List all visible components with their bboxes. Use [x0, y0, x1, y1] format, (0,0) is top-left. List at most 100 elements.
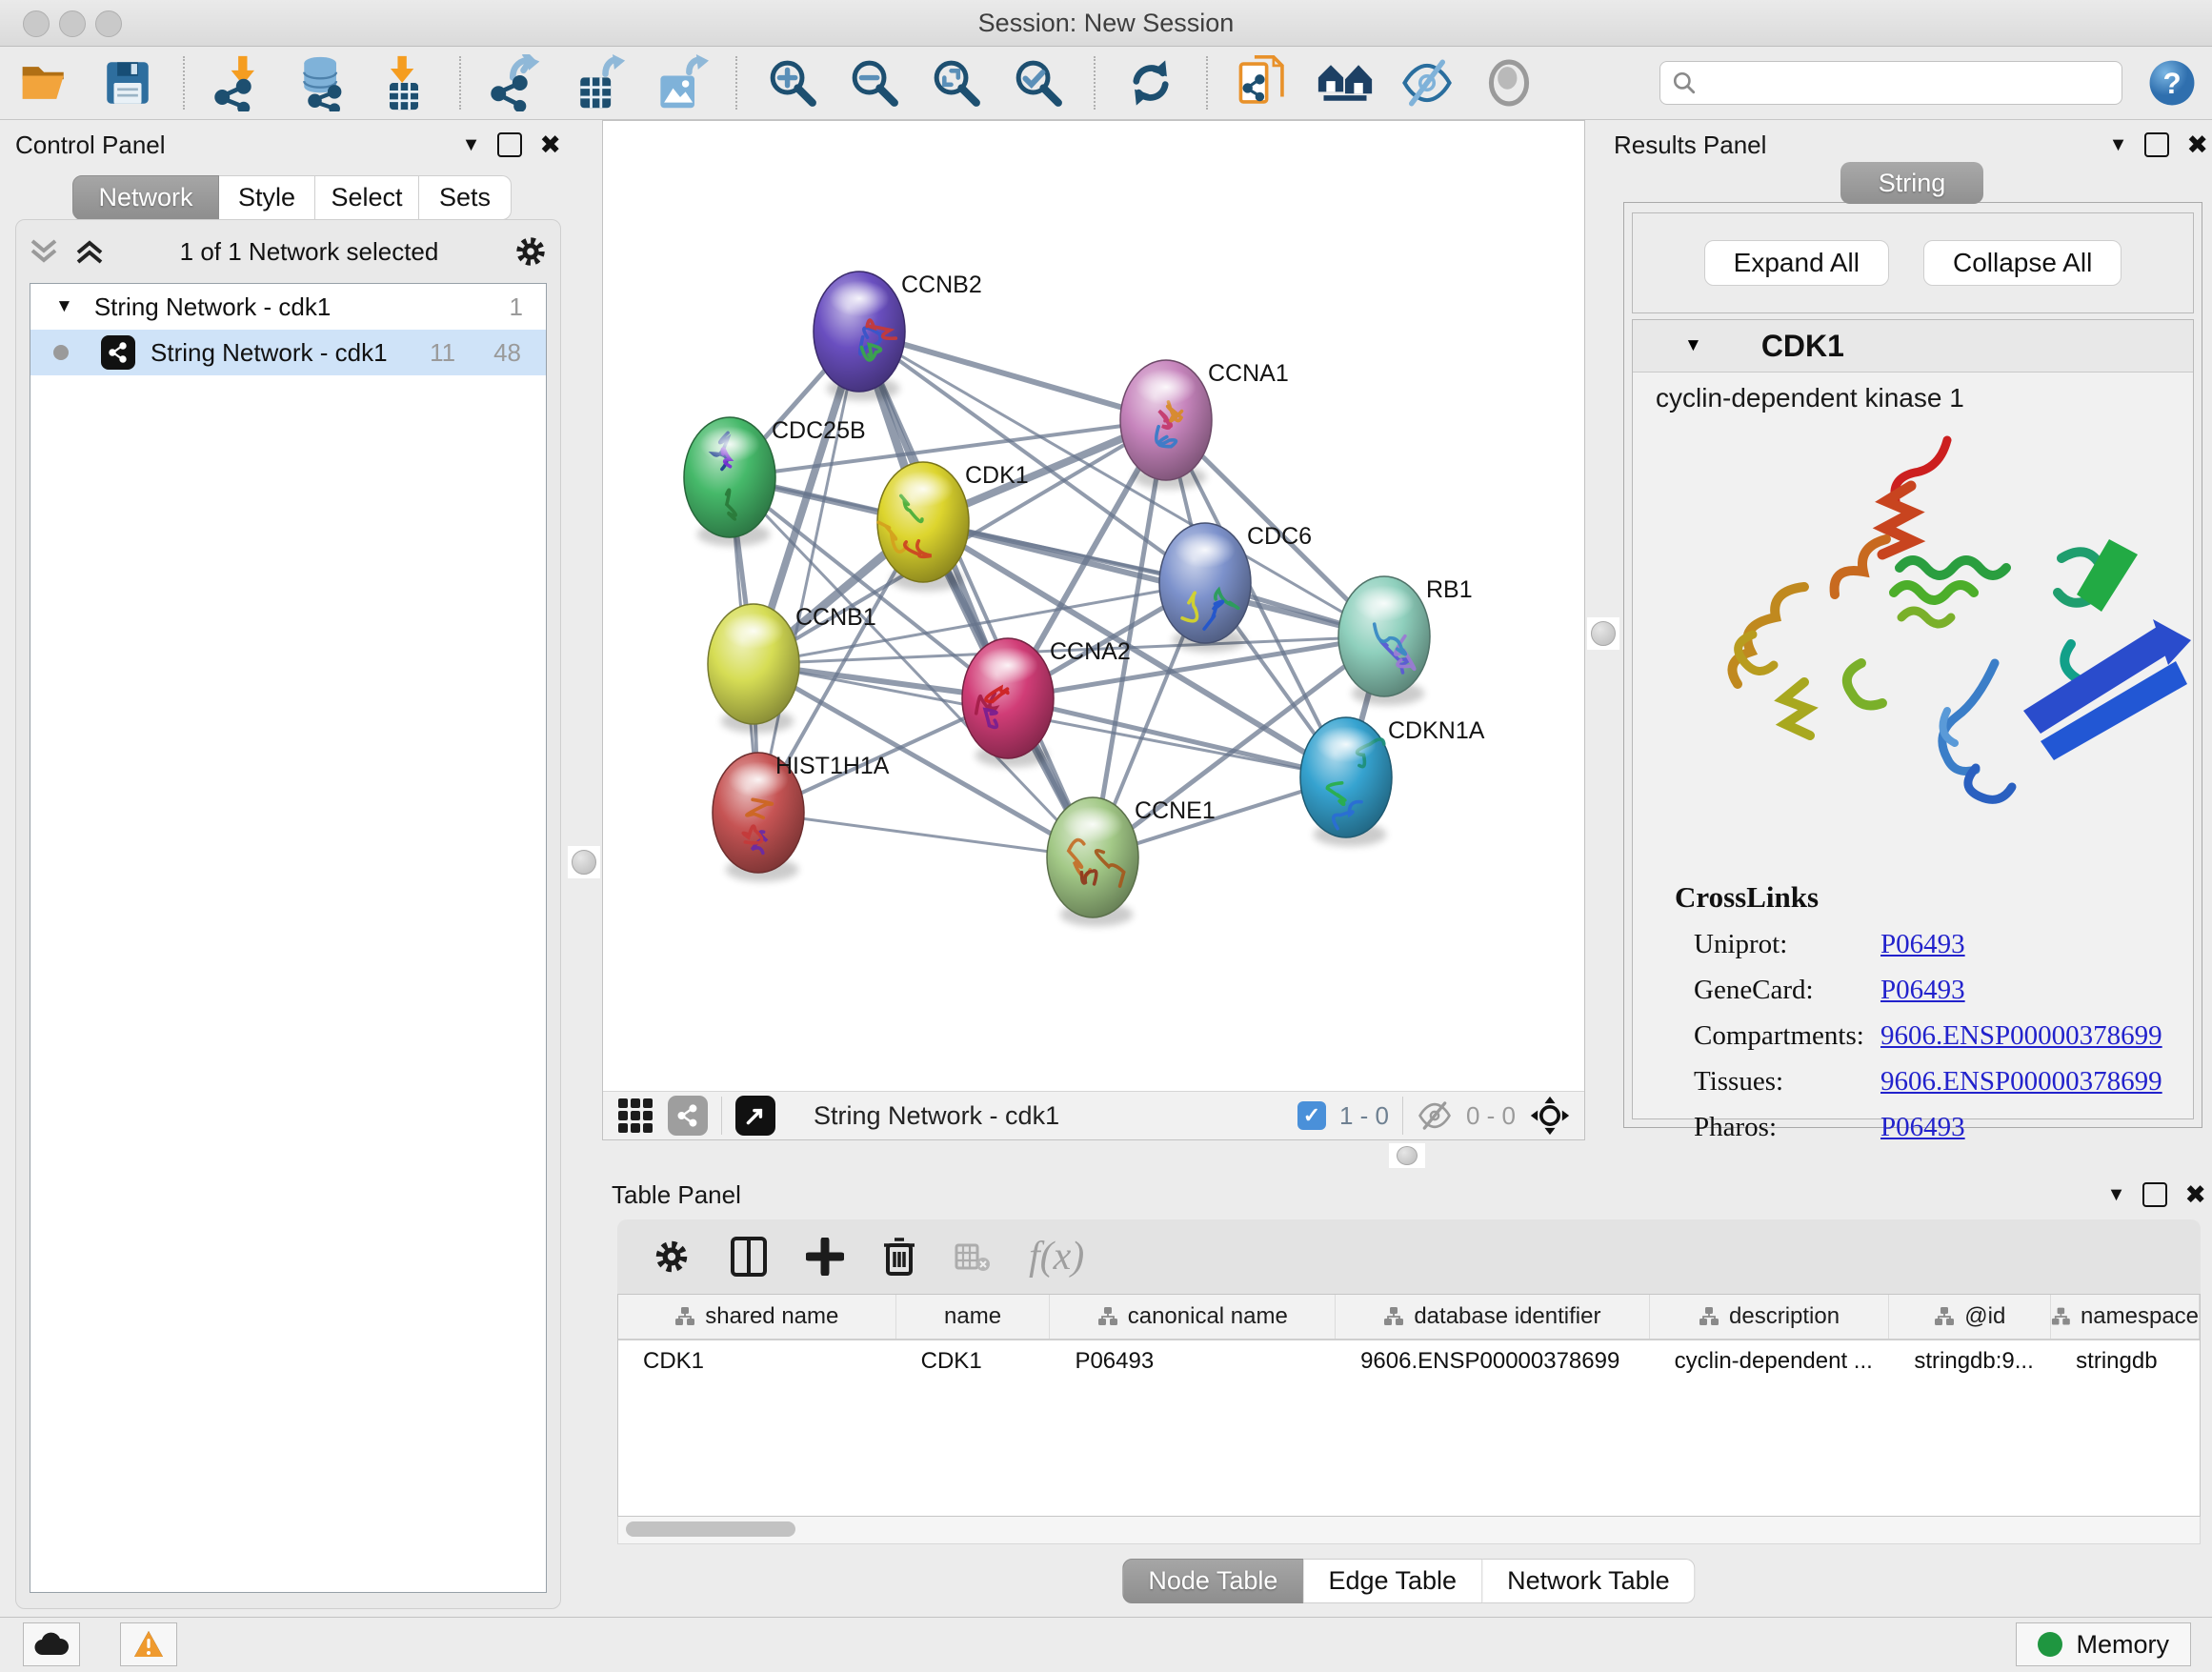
- table-cell[interactable]: P06493: [1050, 1340, 1336, 1384]
- save-session-button[interactable]: [97, 52, 158, 113]
- tab-network-table[interactable]: Network Table: [1482, 1559, 1696, 1603]
- panel-close-icon[interactable]: ✖: [539, 132, 561, 158]
- collapse-all-icon[interactable]: [28, 237, 60, 266]
- zoom-fit-button[interactable]: [926, 52, 987, 113]
- crosslink-link[interactable]: P06493: [1880, 975, 1965, 1006]
- search-field[interactable]: [1659, 61, 2122, 105]
- tab-style[interactable]: Style: [219, 175, 315, 220]
- expand-all-button[interactable]: Expand All: [1704, 240, 1889, 286]
- delete-column-trash-icon[interactable]: [882, 1236, 916, 1278]
- import-network-database-button[interactable]: [292, 52, 352, 113]
- crosslink-link[interactable]: P06493: [1880, 929, 1965, 960]
- panel-float-icon[interactable]: [2144, 132, 2169, 157]
- export-network-button[interactable]: [486, 52, 547, 113]
- tab-select[interactable]: Select: [315, 175, 419, 220]
- protein-section-header[interactable]: ▼ CDK1: [1633, 320, 2193, 373]
- memory-button[interactable]: Memory: [2016, 1622, 2191, 1666]
- panel-menu-icon[interactable]: ▼: [2109, 135, 2128, 154]
- column-header-canonical-name[interactable]: canonical name: [1050, 1295, 1336, 1339]
- tab-network[interactable]: Network: [72, 175, 219, 220]
- network-node-CCNA1[interactable]: [1120, 360, 1212, 489]
- panel-float-icon[interactable]: [497, 132, 522, 157]
- table-row[interactable]: CDK1CDK1P064939606.ENSP00000378699cyclin…: [618, 1340, 2200, 1384]
- network-node-RB1[interactable]: [1338, 576, 1430, 705]
- detach-view-icon[interactable]: [735, 1096, 775, 1136]
- network-node-CDC6[interactable]: [1159, 523, 1251, 652]
- show-columns-icon[interactable]: [730, 1236, 768, 1278]
- export-table-button[interactable]: [568, 52, 629, 113]
- tab-node-table[interactable]: Node Table: [1122, 1559, 1303, 1603]
- table-options-gear-icon[interactable]: [652, 1237, 692, 1277]
- network-edge[interactable]: [859, 332, 1093, 857]
- column-header-description[interactable]: description: [1650, 1295, 1890, 1339]
- show-all-button[interactable]: [1478, 52, 1539, 113]
- network-node-CCNB1[interactable]: [708, 604, 799, 733]
- table-cell[interactable]: stringdb: [2051, 1340, 2200, 1384]
- function-builder-button[interactable]: f(x): [1029, 1234, 1084, 1279]
- table-cell[interactable]: stringdb:9...: [1889, 1340, 2051, 1384]
- network-node-CDK1[interactable]: [877, 462, 969, 591]
- grid-view-icon[interactable]: [616, 1097, 654, 1135]
- selected-checkbox-icon[interactable]: ✓: [1297, 1101, 1326, 1130]
- table-cell[interactable]: 9606.ENSP00000378699: [1336, 1340, 1650, 1384]
- network-edge[interactable]: [758, 813, 1093, 857]
- birds-eye-view-icon[interactable]: [668, 1096, 708, 1136]
- network-edge[interactable]: [758, 332, 859, 813]
- bottom-splitter-handle[interactable]: [1389, 1143, 1425, 1168]
- open-session-button[interactable]: [15, 52, 76, 113]
- hidden-eye-icon[interactable]: [1417, 1099, 1453, 1132]
- network-collection-row[interactable]: ▼ String Network - cdk1 1: [30, 284, 546, 330]
- network-node-CCNA2[interactable]: [962, 638, 1054, 767]
- tree-caret-icon[interactable]: ▼: [55, 296, 73, 317]
- network-canvas[interactable]: CCNB2CCNA1CDC25BCDK1CDC6RB1CCNB1CCNA2CDK…: [603, 121, 1584, 1091]
- import-table-button[interactable]: [373, 52, 434, 113]
- network-node-CCNE1[interactable]: [1047, 797, 1138, 926]
- search-input[interactable]: [1704, 68, 2108, 99]
- tab-string[interactable]: String: [1840, 162, 1983, 204]
- column-header-shared-name[interactable]: shared name: [618, 1295, 896, 1339]
- help-button[interactable]: ?: [2147, 52, 2197, 113]
- node-table[interactable]: shared namenamecanonical namedatabase id…: [617, 1294, 2201, 1517]
- network-node-CDC25B[interactable]: [684, 417, 775, 546]
- table-cell[interactable]: CDK1: [618, 1340, 896, 1384]
- network-row[interactable]: String Network - cdk1 11 48: [30, 330, 546, 375]
- crosslink-link[interactable]: P06493: [1880, 1112, 1965, 1143]
- create-column-plus-icon[interactable]: [806, 1238, 844, 1276]
- export-image-button[interactable]: [650, 52, 711, 113]
- column-header-namespace[interactable]: namespace: [2051, 1295, 2200, 1339]
- section-caret-icon[interactable]: ▼: [1684, 335, 1702, 356]
- scrollbar-thumb[interactable]: [626, 1521, 795, 1537]
- column-header-@id[interactable]: @id: [1889, 1295, 2051, 1339]
- column-header-name[interactable]: name: [896, 1295, 1051, 1339]
- zoom-out-button[interactable]: [844, 52, 905, 113]
- left-splitter-handle[interactable]: [568, 846, 600, 878]
- import-network-file-button[interactable]: [210, 52, 271, 113]
- home-layout-button[interactable]: [1315, 52, 1376, 113]
- network-node-CCNB2[interactable]: [814, 272, 905, 400]
- tab-edge-table[interactable]: Edge Table: [1303, 1559, 1482, 1603]
- table-horizontal-scrollbar[interactable]: [617, 1517, 2201, 1544]
- network-node-CDKN1A[interactable]: [1300, 717, 1392, 846]
- hide-selected-button[interactable]: [1397, 52, 1458, 113]
- gear-icon[interactable]: [513, 233, 549, 270]
- panel-close-icon[interactable]: ✖: [2184, 1182, 2206, 1208]
- collapse-all-button[interactable]: Collapse All: [1923, 240, 2122, 286]
- cloud-status-button[interactable]: [23, 1622, 80, 1666]
- crosslink-link[interactable]: 9606.ENSP00000378699: [1880, 1020, 2162, 1052]
- zoom-selected-button[interactable]: [1008, 52, 1069, 113]
- table-cell[interactable]: CDK1: [896, 1340, 1051, 1384]
- table-cell[interactable]: cyclin-dependent ...: [1650, 1340, 1890, 1384]
- panel-menu-icon[interactable]: ▼: [462, 135, 481, 154]
- column-header-database-identifier[interactable]: database identifier: [1336, 1295, 1650, 1339]
- expand-all-icon[interactable]: [73, 237, 106, 266]
- clone-network-button[interactable]: [1233, 52, 1294, 113]
- fit-selected-crosshair-icon[interactable]: [1529, 1095, 1571, 1137]
- tab-sets[interactable]: Sets: [419, 175, 512, 220]
- panel-close-icon[interactable]: ✖: [2186, 132, 2208, 158]
- crosslink-link[interactable]: 9606.ENSP00000378699: [1880, 1066, 2162, 1098]
- delete-table-icon[interactable]: [955, 1241, 991, 1272]
- panel-float-icon[interactable]: [2142, 1182, 2167, 1207]
- network-edge[interactable]: [923, 522, 1384, 636]
- panel-menu-icon[interactable]: ▼: [2107, 1185, 2126, 1204]
- warnings-button[interactable]: [120, 1622, 177, 1666]
